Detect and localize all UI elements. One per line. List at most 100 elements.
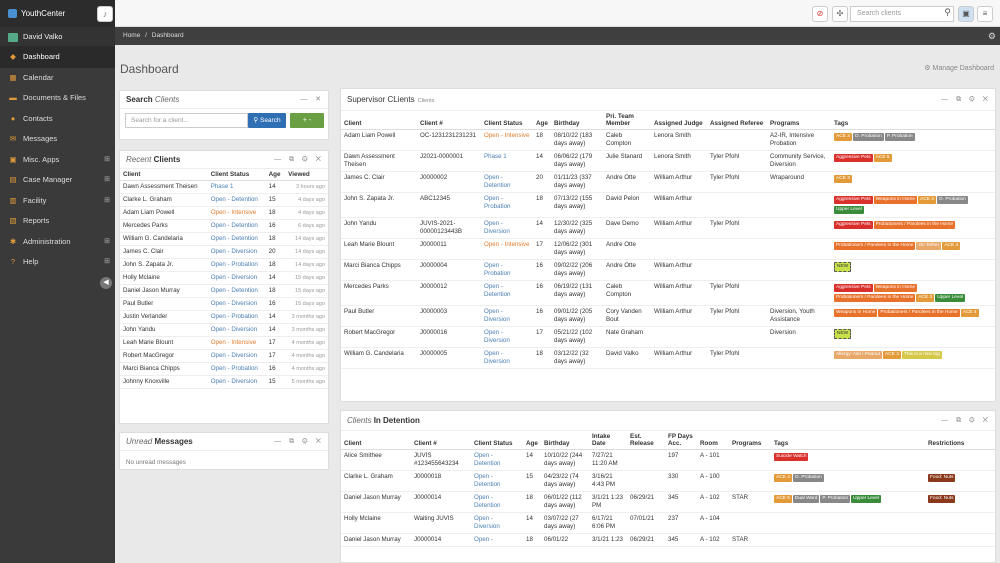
top-search-input[interactable]: Search clients ⚲ xyxy=(850,6,954,22)
client-name[interactable]: Marci Bianca Chipps xyxy=(341,259,417,281)
client-name[interactable]: Daniel Jason Murray xyxy=(120,284,208,298)
bell-icon[interactable]: ♪ xyxy=(97,6,113,22)
column-header[interactable]: Birthday xyxy=(551,111,603,130)
tag-badge[interactable]: O. Probation xyxy=(792,474,824,482)
column-header[interactable]: Assigned Referee xyxy=(707,111,767,130)
column-header[interactable]: Restrictions xyxy=(925,431,995,450)
column-header[interactable]: Programs xyxy=(767,111,831,130)
client-name[interactable]: Leah Marie Blount xyxy=(341,238,417,260)
client-name[interactable]: Mercedes Parks xyxy=(120,219,208,233)
column-header[interactable]: Assigned Judge xyxy=(651,111,707,130)
client-name[interactable]: Robert MacGregor xyxy=(120,349,208,363)
sidebar-item-help[interactable]: ? Help ⊞ xyxy=(0,252,115,273)
table-row[interactable]: Daniel Jason Murray J0000014 Open -18 06/01… xyxy=(341,533,995,547)
sidebar-item-reports[interactable]: ▧ Reports xyxy=(0,211,115,232)
add-client-button[interactable]: + - xyxy=(290,113,324,128)
column-header[interactable]: Client xyxy=(341,111,417,130)
client-name[interactable]: Paul Butler xyxy=(120,297,208,311)
client-name[interactable]: John S. Zapata Jr. xyxy=(120,258,208,272)
table-row[interactable]: Mercedes Parks J0000012 Open - Detention 16… xyxy=(341,280,995,306)
sidebar-item-dashboard[interactable]: ◆ Dashboard xyxy=(0,47,115,68)
client-name[interactable]: John Yandu xyxy=(341,217,417,239)
tag-badge[interactable]: NEW xyxy=(834,329,852,339)
table-row[interactable]: Alice Smithee JUVIS #123455643234 Open - D… xyxy=(341,449,995,471)
client-name[interactable]: James C. Clair xyxy=(120,245,208,259)
user-avatar-icon[interactable]: ▣ xyxy=(958,6,974,22)
tag-badge[interactable]: This is a new tag xyxy=(901,351,942,359)
column-header[interactable]: Birthday xyxy=(541,431,589,450)
sidebar-item-misc-apps[interactable]: ▣ Misc. Apps ⊞ xyxy=(0,150,115,171)
tag-badge[interactable]: Aggressive Pets xyxy=(834,284,873,292)
client-name[interactable]: Alice Smithee xyxy=(341,449,411,471)
tag-badge[interactable]: ACE 5 xyxy=(774,495,792,503)
client-name[interactable]: Holly Mclaine xyxy=(341,512,411,534)
column-header[interactable]: Client xyxy=(341,431,411,450)
table-row[interactable]: James C. Clair J0000002 Open - Detention 20… xyxy=(341,171,995,193)
tag-badge[interactable]: Weapons in Home xyxy=(873,284,918,292)
tag-badge[interactable]: ACE 4 xyxy=(774,474,792,482)
client-name[interactable]: Marci Bianca Chipps xyxy=(120,362,208,376)
table-row[interactable]: Paul Butler J0000003 Open - Diversion 16 09/… xyxy=(341,305,995,327)
column-header[interactable]: Age xyxy=(533,111,551,130)
search-button[interactable]: ⚲ Search xyxy=(248,113,286,128)
panel-controls[interactable]: — ⧉ ⚙ ✕ xyxy=(274,151,324,169)
tag-badge[interactable]: ACE 3 xyxy=(918,196,936,204)
table-row[interactable]: John Yandu Open - Diversion 14 3 months ago xyxy=(120,323,328,337)
tag-badge[interactable]: Allergy: Nut / Peanut xyxy=(834,351,882,359)
column-header[interactable]: Client Status xyxy=(471,431,523,450)
column-header[interactable]: Client # xyxy=(417,111,481,130)
tag-badge[interactable]: ACE 3 xyxy=(834,133,852,141)
expand-icon[interactable]: ⊞ xyxy=(104,232,110,253)
fullscreen-icon[interactable]: ✣ xyxy=(832,6,848,22)
panel-controls[interactable]: — ⧉ ⚙ ✕ xyxy=(941,89,991,111)
expand-icon[interactable]: ⊞ xyxy=(104,252,110,273)
column-header[interactable]: Room xyxy=(697,431,729,450)
tag-badge[interactable]: ACE 5 xyxy=(873,154,892,162)
table-row[interactable]: John Yandu JUVIS-2021-00000123443B Open - … xyxy=(341,217,995,239)
table-row[interactable]: Clarke L. Graham J0000018 Open - Detention… xyxy=(341,470,995,492)
client-name[interactable]: Clarke L. Graham xyxy=(120,193,208,207)
table-row[interactable]: Paul Butler Open - Diversion 16 15 days ago xyxy=(120,297,328,311)
table-row[interactable]: William G. Candelaria J0000005 Open - Dive… xyxy=(341,347,995,369)
table-row[interactable]: Holly Mclaine Waiting JUVIS Open - Diversi… xyxy=(341,512,995,534)
breadcrumb-home[interactable]: Home xyxy=(123,32,140,39)
col-age[interactable]: Age xyxy=(265,169,286,181)
panel-controls[interactable]: — ⧉ ⚙ ✕ xyxy=(941,411,991,431)
panel-controls[interactable]: — ✕ xyxy=(300,91,324,109)
tag-badge[interactable]: ACE 4 xyxy=(942,242,961,250)
search-icon[interactable]: ⚲ xyxy=(944,7,951,18)
client-name[interactable]: Paul Butler xyxy=(341,305,417,327)
tag-badge[interactable]: ACE 3 xyxy=(834,175,852,183)
tag-badge[interactable]: ACE 3 xyxy=(916,294,935,302)
table-row[interactable]: Adam Liam Powell Open - Intensive 18 4 days… xyxy=(120,206,328,220)
tag-badge[interactable]: Upper Level xyxy=(834,206,864,214)
tag-badge[interactable]: Probationers / Parolees in the Home xyxy=(873,221,955,229)
col-client[interactable]: Client xyxy=(120,169,208,181)
column-header[interactable]: Est. Release xyxy=(627,431,665,450)
client-name[interactable]: Robert MacGregor xyxy=(341,326,417,348)
col-viewed[interactable]: Viewed xyxy=(285,169,328,181)
manage-dashboard-link[interactable]: ⚙ Manage Dashboard xyxy=(924,64,994,72)
tag-badge[interactable]: Upper Level xyxy=(851,495,882,503)
expand-icon[interactable]: ⊞ xyxy=(104,150,110,171)
tag-badge[interactable]: P. Probation xyxy=(884,133,915,141)
gear-icon[interactable]: ⚙ xyxy=(988,27,996,45)
sidebar-item-contacts[interactable]: ● Contacts xyxy=(0,109,115,130)
table-row[interactable]: Adam Liam Powell OC-1231231231231 Open - I… xyxy=(341,129,995,151)
tag-badge[interactable]: Probationers / Parolees in the Home xyxy=(834,242,916,250)
table-row[interactable]: Marci Bianca Chipps J0000004 Open - Probat… xyxy=(341,259,995,281)
column-header[interactable]: FP Days Acc. xyxy=(665,431,697,450)
table-row[interactable]: Clarke L. Graham Open - Detention 15 4 days… xyxy=(120,193,328,207)
table-row[interactable]: Marci Bianca Chipps Open - Probation 16 4 m… xyxy=(120,362,328,376)
client-name[interactable]: Leah Marie Blount xyxy=(120,336,208,350)
table-row[interactable]: Dawn Assessment Theisen J2021-0000001 Phas… xyxy=(341,150,995,172)
client-name[interactable]: Daniel Jason Murray xyxy=(341,533,411,547)
column-header[interactable]: Intake Date xyxy=(589,431,627,450)
client-name[interactable]: Daniel Jason Murray xyxy=(341,491,411,513)
client-name[interactable]: Adam Liam Powell xyxy=(120,206,208,220)
client-name[interactable]: Holly Mclaine xyxy=(120,271,208,285)
sidebar-item-administration[interactable]: ✱ Administration ⊞ xyxy=(0,232,115,253)
tag-badge[interactable]: Upper Level xyxy=(935,294,966,302)
tag-badge[interactable]: O. Probation xyxy=(852,133,884,141)
tag-badge[interactable]: ACE 4 xyxy=(883,351,901,359)
